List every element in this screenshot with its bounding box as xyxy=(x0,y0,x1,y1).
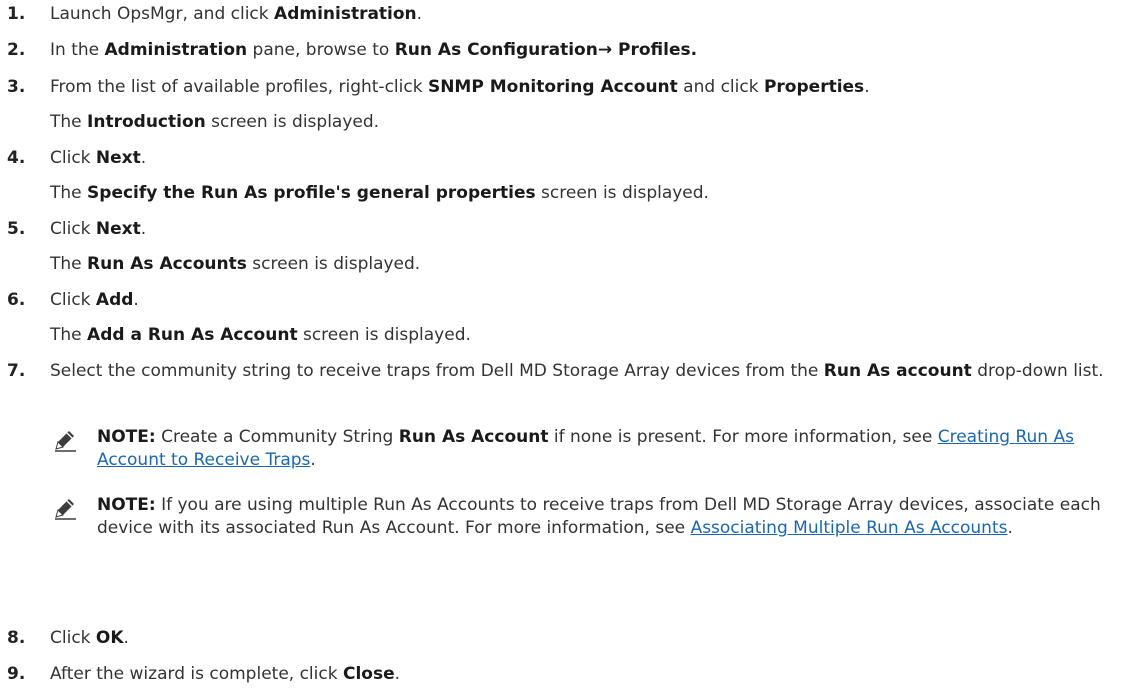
step-2: 2. In the Administration pane, browse to… xyxy=(0,40,697,61)
step-text: Click OK. xyxy=(50,628,129,648)
step-text: From the list of available profiles, rig… xyxy=(50,77,870,97)
step-result: The Run As Accounts screen is displayed. xyxy=(50,254,421,274)
step-9: 9. After the wizard is complete, click C… xyxy=(0,664,400,685)
step-text: Click Add. xyxy=(50,290,139,310)
step-number: 2. xyxy=(7,40,26,60)
step-number: 5. xyxy=(7,219,26,239)
step-text: After the wizard is complete, click Clos… xyxy=(50,664,401,684)
step-number: 3. xyxy=(7,77,26,97)
step-number: 9. xyxy=(7,664,26,684)
step-8: 8. Click OK. xyxy=(0,628,129,649)
step-number: 4. xyxy=(7,148,26,168)
link-associating-multiple-run-as-accounts[interactable]: Associating Multiple Run As Accounts xyxy=(691,518,1008,538)
pencil-note-icon xyxy=(55,499,76,520)
note-label: NOTE: xyxy=(97,427,156,447)
step-text: Click Next. xyxy=(50,148,147,168)
step-result: The Introduction screen is displayed. xyxy=(50,112,380,132)
step-4: 4. Click Next. The Specify the Run As pr… xyxy=(0,148,709,204)
step-number: 6. xyxy=(7,290,26,310)
step-text: Click Next. xyxy=(50,219,147,239)
step-result: The Specify the Run As profile's general… xyxy=(50,183,709,203)
step-1: 1. Launch OpsMgr, and click Administrati… xyxy=(0,4,422,25)
note-label: NOTE: xyxy=(97,495,156,515)
step-7: 7. Select the community string to receiv… xyxy=(0,361,1130,382)
step-number: 1. xyxy=(7,4,26,24)
step-number: 8. xyxy=(7,628,26,648)
step-result: The Add a Run As Account screen is displ… xyxy=(50,325,471,345)
pencil-note-icon xyxy=(55,431,76,452)
step-3: 3. From the list of available profiles, … xyxy=(0,77,870,133)
note-block: NOTE: Create a Community String Run As A… xyxy=(52,426,1132,472)
step-text: In the Administration pane, browse to Ru… xyxy=(50,40,698,60)
step-5: 5. Click Next. The Run As Accounts scree… xyxy=(0,219,420,275)
step-text: Launch OpsMgr, and click Administration. xyxy=(50,4,423,24)
step-text: Select the community string to receive t… xyxy=(50,361,1104,381)
note-block: NOTE: If you are using multiple Run As A… xyxy=(52,494,1132,540)
step-number: 7. xyxy=(7,361,26,381)
step-6: 6. Click Add. The Add a Run As Account s… xyxy=(0,290,471,346)
